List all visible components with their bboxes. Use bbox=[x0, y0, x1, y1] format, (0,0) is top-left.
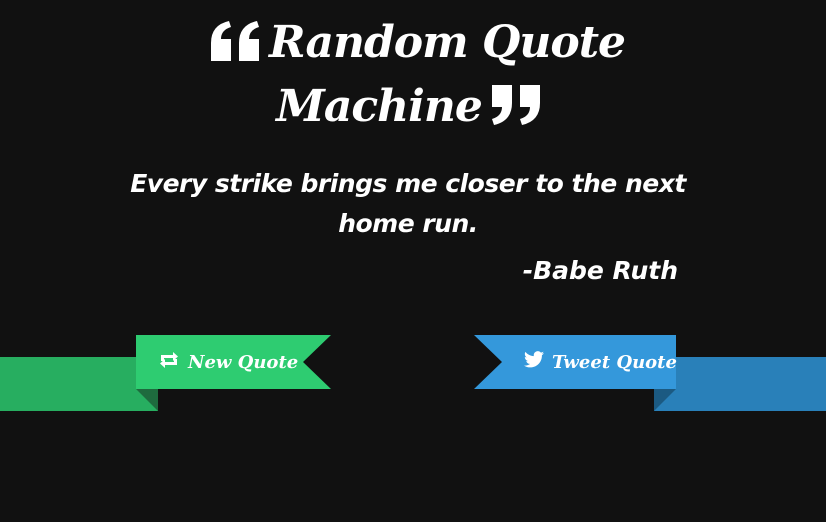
right-double-quote-icon bbox=[490, 83, 542, 142]
twitter-bird-icon bbox=[524, 351, 544, 373]
new-quote-button[interactable]: New Quote bbox=[158, 335, 308, 389]
title-line-2: Machine bbox=[0, 78, 826, 142]
new-quote-label: New Quote bbox=[188, 351, 299, 373]
tweet-quote-label: Tweet Quote bbox=[552, 351, 677, 373]
left-double-quote-icon bbox=[209, 19, 261, 78]
new-quote-ribbon-tail bbox=[0, 357, 158, 411]
page-title: Random Quote Machine bbox=[0, 14, 826, 142]
quote-text: Every strike brings me closer to the nex… bbox=[130, 169, 686, 238]
tweet-quote-ribbon-tail bbox=[654, 357, 826, 411]
title-line-1: Random Quote bbox=[0, 14, 826, 78]
title-text-1: Random Quote bbox=[268, 17, 626, 68]
quote-author: -Babe Ruth bbox=[522, 256, 678, 285]
retweet-icon bbox=[158, 351, 180, 373]
new-quote-ribbon-fold bbox=[136, 389, 158, 411]
tweet-quote-ribbon-fold bbox=[654, 389, 676, 411]
tweet-quote-button[interactable]: Tweet Quote bbox=[524, 335, 677, 389]
title-text-2: Machine bbox=[276, 81, 483, 132]
